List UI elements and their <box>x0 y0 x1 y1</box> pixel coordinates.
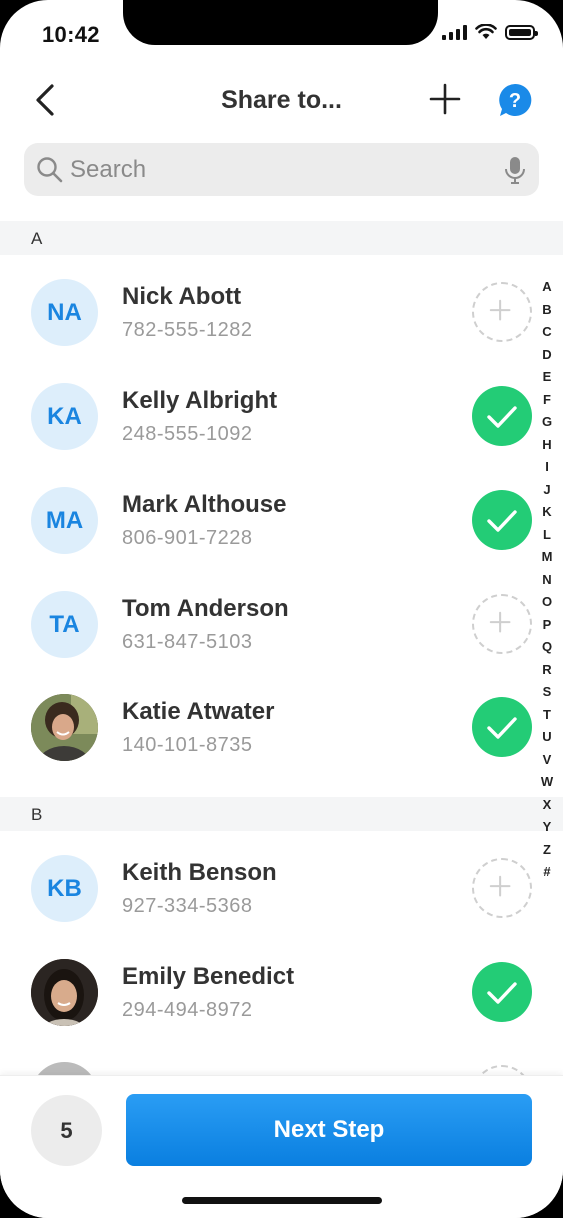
contact-row[interactable]: KA Kelly Albright 248-555-1092 <box>0 383 532 483</box>
add-select-toggle[interactable] <box>472 282 532 342</box>
index-letter[interactable]: S <box>537 681 557 704</box>
phone-screen: 10:42 Share to... ? Search A NA Nick Abo… <box>0 0 563 1218</box>
selected-check-toggle[interactable] <box>472 962 532 1022</box>
index-letter[interactable]: K <box>537 501 557 524</box>
index-letter[interactable]: V <box>537 749 557 772</box>
index-letter[interactable]: Z <box>537 839 557 862</box>
index-letter[interactable]: Q <box>537 636 557 659</box>
header: Share to... ? <box>0 70 563 130</box>
help-icon[interactable]: ? <box>497 82 533 118</box>
svg-text:?: ? <box>509 90 521 112</box>
avatar: MA <box>31 487 98 554</box>
index-letter[interactable]: N <box>537 569 557 592</box>
contact-row[interactable]: NA Nick Abott 782-555-1282 <box>0 279 532 379</box>
status-time: 10:42 <box>42 22 100 47</box>
contact-name: Keith Benson <box>122 859 277 886</box>
wifi-icon <box>475 24 497 39</box>
index-letter[interactable]: P <box>537 614 557 637</box>
index-letter[interactable]: O <box>537 591 557 614</box>
index-letter[interactable]: R <box>537 659 557 682</box>
contact-row[interactable]: Katie Atwater 140-101-8735 <box>0 694 532 794</box>
contact-row[interactable]: TA Tom Anderson 631-847-5103 <box>0 591 532 691</box>
contact-name: Kelly Albright <box>122 387 278 414</box>
search-bar[interactable] <box>24 143 539 196</box>
index-letter[interactable]: J <box>537 479 557 502</box>
contact-row[interactable]: KB Keith Benson 927-334-5368 <box>0 855 532 955</box>
contact-phone: 927-334-5368 <box>122 895 253 917</box>
search-input[interactable] <box>70 155 503 184</box>
selected-count-badge[interactable]: 5 <box>31 1095 102 1166</box>
contact-name: Emily Benedict <box>122 963 295 990</box>
section-header-a: A <box>0 221 563 255</box>
index-letter[interactable]: G <box>537 411 557 434</box>
status-icons <box>442 24 538 40</box>
avatar-photo <box>31 694 98 761</box>
bottom-bar: 5 Next Step <box>0 1075 563 1218</box>
index-letter[interactable]: Y <box>537 816 557 839</box>
contact-name: Nick Abott <box>122 283 242 310</box>
avatar: NA <box>31 279 98 346</box>
index-letter[interactable]: F <box>537 389 557 412</box>
contact-phone: 782-555-1282 <box>122 319 253 341</box>
index-letter[interactable]: # <box>537 861 557 884</box>
contact-row[interactable]: MA Mark Althouse 806-901-7228 <box>0 487 532 587</box>
page-title: Share to... <box>221 86 342 114</box>
selected-check-toggle[interactable] <box>472 697 532 757</box>
contact-phone: 140-101-8735 <box>122 734 253 756</box>
index-letter[interactable]: D <box>537 344 557 367</box>
avatar: KA <box>31 383 98 450</box>
contact-phone: 806-901-7228 <box>122 527 253 549</box>
search-icon <box>37 156 63 182</box>
selected-check-toggle[interactable] <box>472 490 532 550</box>
next-step-button[interactable]: Next Step <box>126 1094 532 1166</box>
notch <box>123 0 438 45</box>
index-letter[interactable]: W <box>537 771 557 794</box>
index-letter[interactable]: I <box>537 456 557 479</box>
microphone-icon[interactable] <box>503 156 527 184</box>
contact-name: Mark Althouse <box>122 491 287 518</box>
index-letter[interactable]: H <box>537 434 557 457</box>
add-select-toggle[interactable] <box>472 858 532 918</box>
index-letter[interactable]: C <box>537 321 557 344</box>
section-header-b: B <box>0 797 563 831</box>
avatar: KB <box>31 855 98 922</box>
index-letter[interactable]: E <box>537 366 557 389</box>
contact-phone: 248-555-1092 <box>122 423 253 445</box>
status-bar: 10:42 <box>0 0 563 62</box>
index-letter[interactable]: X <box>537 794 557 817</box>
add-select-toggle[interactable] <box>472 594 532 654</box>
contact-phone: 631-847-5103 <box>122 631 253 653</box>
index-letter[interactable]: B <box>537 299 557 322</box>
contact-phone: 294-494-8972 <box>122 999 253 1021</box>
alphabet-index[interactable]: A B C D E F G H I J K L M N O P Q R S T U V W X Y Z # <box>537 276 557 884</box>
index-letter[interactable]: L <box>537 524 557 547</box>
avatar: TA <box>31 591 98 658</box>
add-contact-button[interactable] <box>428 82 462 116</box>
index-letter[interactable]: T <box>537 704 557 727</box>
contact-name: Katie Atwater <box>122 698 275 725</box>
selected-check-toggle[interactable] <box>472 386 532 446</box>
index-letter[interactable]: M <box>537 546 557 569</box>
contact-row[interactable]: Emily Benedict 294-494-8972 <box>0 959 532 1059</box>
index-letter[interactable]: A <box>537 276 557 299</box>
contact-name: Tom Anderson <box>122 595 289 622</box>
battery-icon <box>505 24 538 40</box>
cellular-signal-icon <box>442 24 467 40</box>
home-indicator[interactable] <box>182 1197 382 1204</box>
index-letter[interactable]: U <box>537 726 557 749</box>
avatar-photo <box>31 959 98 1026</box>
